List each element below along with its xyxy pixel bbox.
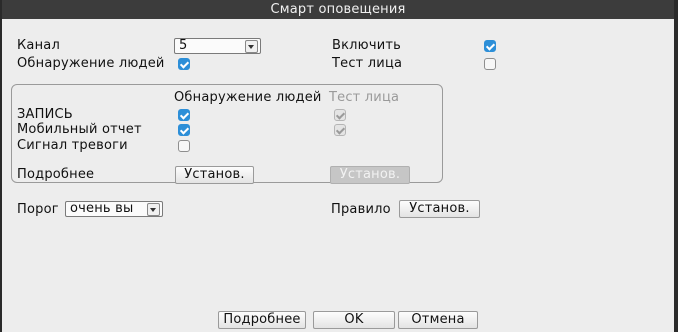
enable-label: Включить — [332, 38, 401, 53]
human-detection-label: Обнаружение людей — [17, 56, 165, 71]
threshold-select[interactable]: очень вы — [65, 201, 163, 217]
channel-value: 5 — [179, 38, 188, 53]
channel-select[interactable]: 5 — [174, 38, 261, 54]
record-label: ЗАПИСЬ — [17, 107, 73, 122]
rule-label: Правило — [331, 202, 391, 217]
ok-button[interactable]: OK — [313, 311, 395, 329]
cancel-button[interactable]: Отмена — [398, 311, 478, 329]
face-test-checkbox[interactable] — [484, 58, 496, 70]
dialog-title: Смарт оповещения — [2, 0, 674, 19]
setup-face-button: Установ. — [330, 166, 410, 184]
alarm-signal-label: Сигнал тревоги — [17, 138, 128, 153]
chevron-down-icon — [245, 40, 258, 53]
setup-human-button[interactable]: Установ. — [175, 166, 254, 184]
rule-setup-button[interactable]: Установ. — [399, 200, 480, 218]
human-detection-checkbox[interactable] — [178, 58, 190, 70]
mobile-report-label: Мобильный отчет — [17, 122, 142, 137]
face-test-label: Тест лица — [332, 56, 403, 71]
mobile-report-face-checkbox — [334, 124, 346, 136]
threshold-label: Порог — [17, 202, 59, 217]
col-header-face: Тест лица — [329, 90, 400, 105]
chevron-down-icon — [147, 203, 160, 216]
group-details-label: Подробнее — [17, 167, 95, 182]
alarm-signal-human-checkbox[interactable] — [178, 140, 190, 152]
record-face-checkbox — [334, 109, 346, 121]
mobile-report-human-checkbox[interactable] — [178, 124, 190, 136]
record-human-checkbox[interactable] — [178, 109, 190, 121]
details-button[interactable]: Подробнее — [218, 311, 306, 329]
smart-alert-dialog: Смарт оповещения Канал 5 Включить Обнару… — [2, 0, 674, 332]
threshold-value: очень вы — [70, 201, 134, 216]
col-header-human: Обнаружение людей — [174, 90, 322, 105]
channel-label: Канал — [17, 38, 60, 53]
enable-checkbox[interactable] — [484, 40, 496, 52]
